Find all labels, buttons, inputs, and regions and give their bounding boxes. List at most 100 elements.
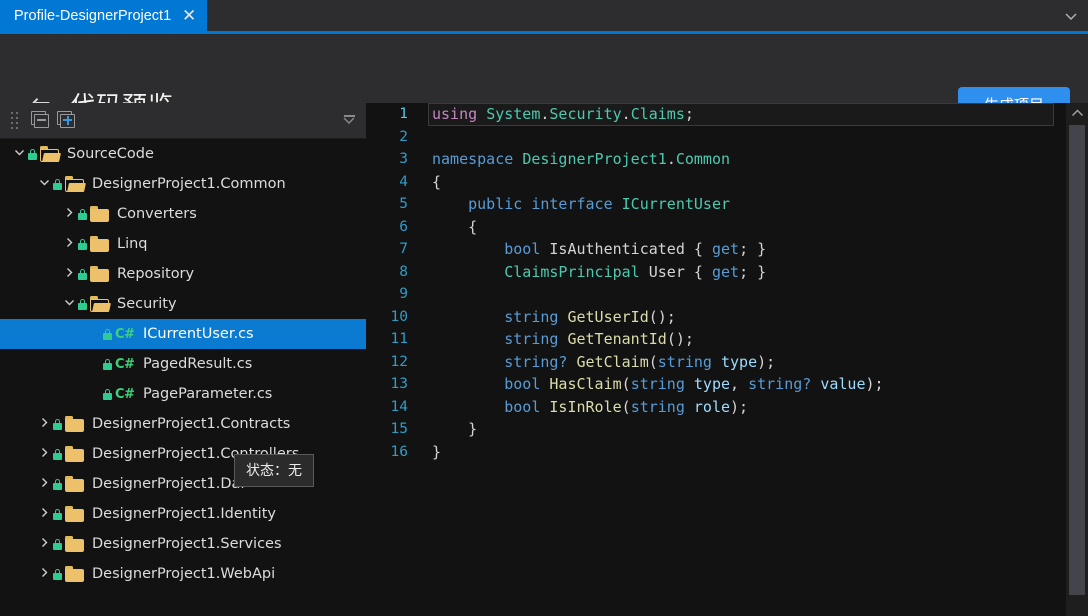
code-text: bool HasClaim(string type, string? value… [432, 373, 884, 396]
status-tooltip: 状态：无 [234, 454, 314, 487]
chevron-right-icon[interactable] [35, 477, 53, 491]
tab-bar-spacer [207, 0, 1054, 31]
tree-item-security[interactable]: Security [0, 289, 366, 319]
line-number: 6 [399, 218, 408, 235]
code-token: ; } [739, 262, 767, 281]
chevron-down-icon[interactable] [10, 147, 28, 161]
tree-item-label: DesignerProject1.Contracts [92, 416, 291, 432]
lock-icon [78, 298, 87, 310]
toolbar-overflow-icon[interactable] [340, 112, 358, 130]
tree-item-pageparameter-cs[interactable]: C# PageParameter.cs [0, 379, 366, 409]
scrollbar-thumb[interactable] [1069, 125, 1085, 595]
tree-item-designerproject1-identity[interactable]: DesignerProject1.Identity [0, 499, 366, 529]
code-token: get [711, 262, 740, 281]
chevron-up-icon[interactable] [1066, 103, 1088, 123]
code-line[interactable]: 15 } [366, 418, 1066, 441]
code-line[interactable]: 9 [366, 283, 1066, 306]
code-token: ); [757, 352, 776, 371]
lock-icon [28, 148, 37, 160]
editor-vertical-scrollbar[interactable] [1066, 103, 1088, 616]
tree-item-label: Converters [117, 206, 197, 222]
code-token: (); [666, 330, 694, 348]
code-line[interactable]: 13 bool HasClaim(string type, string? va… [366, 373, 1066, 396]
lock-icon [53, 418, 62, 430]
code-token: ); [865, 375, 884, 393]
tree-item-pagedresult-cs[interactable]: C# PagedResult.cs [0, 349, 366, 379]
code-token: public [468, 195, 532, 213]
tree-item-linq[interactable]: Linq [0, 229, 366, 259]
lock-icon [103, 388, 112, 400]
chevron-right-icon[interactable] [35, 567, 53, 581]
tree-item-sourcecode[interactable]: SourceCode [0, 139, 366, 169]
close-icon[interactable]: ✕ [181, 7, 197, 24]
tree-item-designerproject1-webapi[interactable]: DesignerProject1.WebApi [0, 559, 366, 589]
tree-item-label: Repository [117, 266, 195, 282]
lock-icon [103, 328, 112, 340]
lock-icon [53, 538, 62, 550]
chevron-down-icon[interactable] [1054, 0, 1088, 31]
folder-closed-icon [90, 266, 110, 282]
code-line[interactable]: 1 using System.Security.Claims; [366, 103, 1066, 126]
tree-item-icurrentuser-cs[interactable]: C# ICurrentUser.cs [0, 319, 366, 349]
code-text: namespace DesignerProject1.Common [432, 148, 730, 171]
line-number: 3 [399, 151, 408, 167]
tree-item-converters[interactable]: Converters [0, 199, 366, 229]
code-line[interactable]: 16} [366, 441, 1066, 464]
expand-all-icon[interactable] [56, 110, 78, 132]
code-line[interactable]: 2 [366, 126, 1066, 149]
tree-item-label: DesignerProject1.Identity [92, 506, 276, 522]
chevron-right-icon[interactable] [60, 237, 78, 251]
line-number: 2 [399, 128, 408, 145]
tree-item-label: DesignerProject1.Dal [92, 476, 245, 492]
chevron-right-icon[interactable] [60, 267, 78, 281]
tree-toolbar [0, 103, 366, 139]
code-token: using [432, 105, 487, 123]
code-line[interactable]: 5 public interface ICurrentUser [366, 193, 1066, 216]
code-token: (); [648, 307, 676, 326]
folder-closed-icon [65, 476, 85, 492]
code-line[interactable]: 4{ [366, 171, 1066, 194]
tree-item-label: SourceCode [67, 146, 154, 162]
code-line[interactable]: 14 bool IsInRole(string role); [366, 396, 1066, 419]
code-line[interactable]: 12 string? GetClaim(string type); [366, 351, 1066, 374]
code-token: GetTenantId [567, 330, 667, 348]
chevron-down-icon[interactable] [35, 177, 53, 191]
code-text: } [432, 441, 441, 464]
tree-item-designerproject1-services[interactable]: DesignerProject1.Services [0, 529, 366, 559]
tree-item-designerproject1-contracts[interactable]: DesignerProject1.Contracts [0, 409, 366, 439]
tab-profile-designerproject1[interactable]: Profile-DesignerProject1 ✕ [0, 0, 208, 31]
tree-item-label: ICurrentUser.cs [143, 326, 254, 342]
chevron-down-icon[interactable] [60, 297, 78, 311]
page-header: ← 代码预览 生成项目 [0, 34, 1088, 122]
file-tree[interactable]: SourceCode DesignerProject1.Common Convert… [0, 139, 366, 616]
code-text: } [432, 418, 477, 441]
code-text: string GetTenantId(); [432, 328, 694, 351]
folder-closed-icon [90, 206, 110, 222]
code-line[interactable]: 11 string GetTenantId(); [366, 328, 1066, 351]
tree-item-repository[interactable]: Repository [0, 259, 366, 289]
code-line[interactable]: 3 namespace DesignerProject1.Common [366, 148, 1066, 171]
code-text: ClaimsPrincipal User { get; } [432, 261, 766, 284]
file-tree-panel: SourceCode DesignerProject1.Common Convert… [0, 103, 366, 616]
tree-item-label: PageParameter.cs [143, 386, 273, 402]
code-line[interactable]: 10 string GetUserId(); [366, 306, 1066, 329]
code-line[interactable]: 8 ClaimsPrincipal User { get; } [366, 261, 1066, 284]
chevron-right-icon[interactable] [35, 447, 53, 461]
chevron-right-icon[interactable] [60, 207, 78, 221]
lock-icon [78, 208, 87, 220]
chevron-right-icon[interactable] [35, 417, 53, 431]
code-token: string? [748, 375, 821, 393]
line-number: 9 [399, 286, 408, 302]
code-line[interactable]: 6 { [366, 216, 1066, 239]
code-token: Security [549, 105, 622, 123]
code-editor-content[interactable]: 1 using System.Security.Claims; 2 3 namespac… [366, 103, 1066, 616]
drag-grip-icon[interactable] [10, 111, 20, 131]
collapse-all-icon[interactable] [30, 110, 52, 132]
tree-item-designerproject1-common[interactable]: DesignerProject1.Common [0, 169, 366, 199]
code-token: GetClaim [576, 352, 649, 371]
chevron-right-icon[interactable] [35, 507, 53, 521]
chevron-right-icon[interactable] [35, 537, 53, 551]
code-line[interactable]: 7 bool IsAuthenticated { get; } [366, 238, 1066, 261]
